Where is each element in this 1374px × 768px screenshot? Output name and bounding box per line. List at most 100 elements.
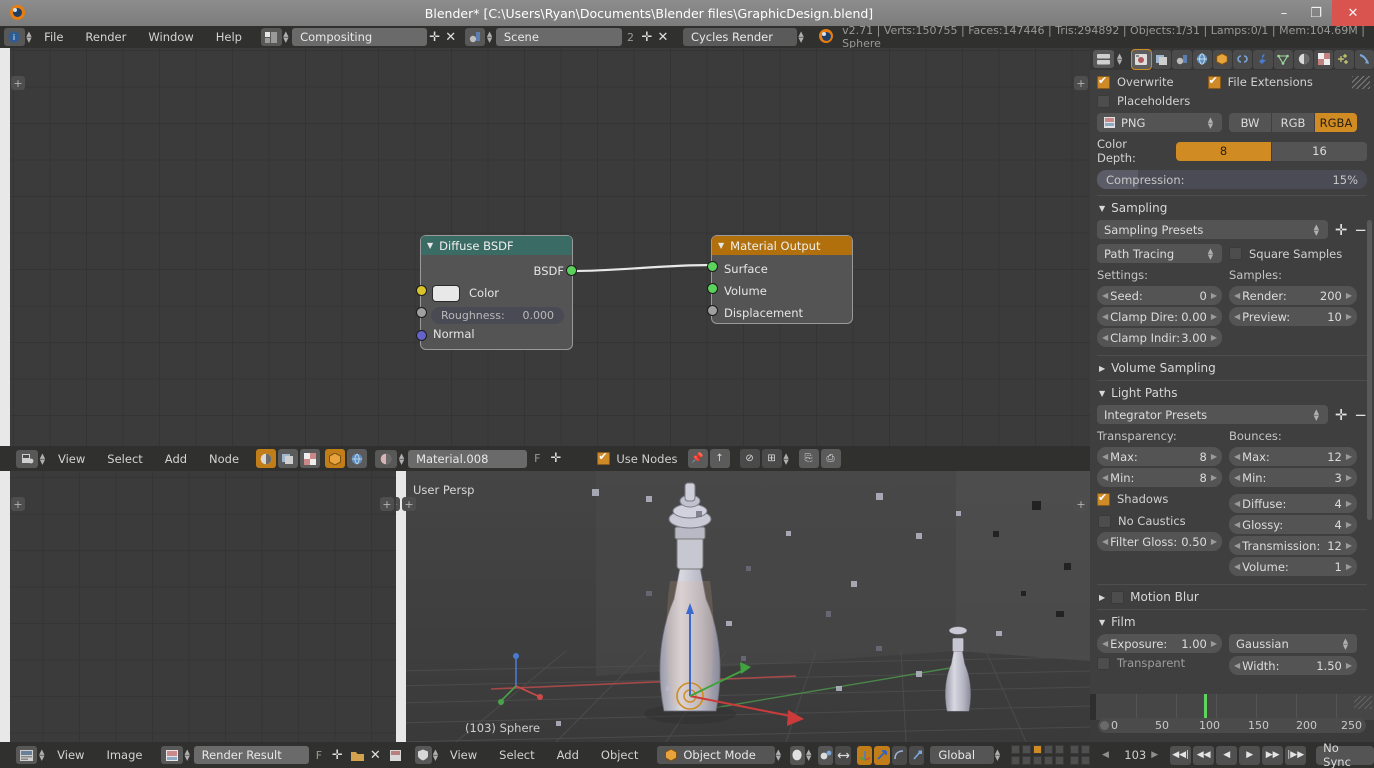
- layer-button[interactable]: [1043, 756, 1053, 765]
- next-keyframe-button[interactable]: ▶▶: [1262, 745, 1284, 765]
- increment-arrow-icon[interactable]: ▶: [1346, 312, 1352, 321]
- snap-during-transform-icon[interactable]: [835, 745, 851, 765]
- menu-file[interactable]: File: [33, 26, 74, 48]
- node-editor-type-spinner[interactable]: ▲ ▼: [38, 450, 47, 468]
- viewport-shading-solid-icon[interactable]: [789, 745, 806, 765]
- transmission-bounces-field[interactable]: ◀ Transmission: 12 ▶: [1229, 536, 1357, 555]
- socket-volume-input[interactable]: [708, 284, 717, 293]
- viewport-toolshelf-expand-icon[interactable]: +: [396, 497, 400, 511]
- properties-tab-particles[interactable]: [1334, 49, 1354, 69]
- add-integrator-preset-button[interactable]: ✛: [1335, 406, 1348, 424]
- editor-type-properties-icon[interactable]: [1093, 50, 1115, 68]
- node-header-material-output[interactable]: ▼ Material Output: [712, 236, 852, 255]
- shader-type-object-icon[interactable]: [325, 449, 346, 468]
- timeline-ruler[interactable]: 0 50 100 150 200 250: [1098, 718, 1366, 733]
- viewport-editor-type-spinner[interactable]: ▲ ▼: [432, 746, 439, 764]
- material-datablock-icon[interactable]: [375, 449, 398, 468]
- editor-type-spinner[interactable]: ▲ ▼: [25, 28, 33, 46]
- clamp-direct-field[interactable]: ◀ Clamp Dire: 0.00 ▶: [1097, 307, 1222, 326]
- layer-button[interactable]: [1069, 756, 1079, 765]
- properties-tab-object[interactable]: [1212, 49, 1233, 69]
- use-nodes-toggle[interactable]: Use Nodes: [597, 450, 678, 466]
- image-datablock-icon[interactable]: [161, 746, 183, 764]
- properties-tab-render-layers[interactable]: [1151, 49, 1172, 69]
- filter-type-spinner[interactable]: ▲ ▼: [1341, 635, 1350, 653]
- properties-scrollbar[interactable]: [1367, 220, 1372, 520]
- image-menu-image[interactable]: Image: [95, 744, 153, 766]
- increment-arrow-icon[interactable]: ▶: [1211, 291, 1217, 300]
- image-render-slot-icon[interactable]: [386, 746, 405, 765]
- toolshelf-expand-icon[interactable]: +: [11, 76, 25, 90]
- texture-nodes-tab-icon[interactable]: [300, 449, 321, 468]
- snap-toggle-icon[interactable]: ⊘: [739, 449, 760, 468]
- viewport-menu-add[interactable]: Add: [546, 744, 590, 766]
- motion-blur-checkbox[interactable]: [1111, 590, 1125, 604]
- increment-arrow-icon[interactable]: ▶: [1346, 291, 1352, 300]
- layer-button[interactable]: [1054, 756, 1064, 765]
- node-material-output[interactable]: ▼ Material Output Surface Volume Displac…: [708, 236, 852, 323]
- go-to-parent-icon[interactable]: ↑: [709, 449, 730, 468]
- compression-slider[interactable]: Compression: 15%: [1097, 170, 1367, 189]
- render-engine-spinner[interactable]: ▲ ▼: [797, 28, 805, 46]
- color-mode-bw[interactable]: BW: [1229, 113, 1272, 132]
- panel-header-light-paths[interactable]: ▼ Light Paths: [1097, 76, 1370, 405]
- snap-spinner[interactable]: ▲ ▼: [782, 450, 791, 468]
- maximize-button[interactable]: ❐: [1300, 0, 1332, 26]
- color-mode-rgb[interactable]: RGB: [1272, 113, 1315, 132]
- seed-field[interactable]: ◀ Seed: 0 ▶: [1097, 286, 1222, 305]
- socket-displacement-input[interactable]: [708, 306, 717, 315]
- shadows-checkbox[interactable]: [1097, 491, 1110, 506]
- increment-arrow-icon[interactable]: ▶: [1211, 452, 1217, 461]
- increment-arrow-icon[interactable]: ▶: [1211, 473, 1217, 482]
- increment-arrow-icon[interactable]: ▶: [1346, 520, 1352, 529]
- image-editor-type-spinner[interactable]: ▲ ▼: [37, 746, 46, 764]
- properties-tab-physics[interactable]: [1354, 49, 1374, 69]
- panel-header-film[interactable]: ▼ Film: [1097, 76, 1370, 634]
- image-editor[interactable]: + +: [0, 471, 396, 742]
- image-properties-expand-icon[interactable]: +: [380, 497, 394, 511]
- increment-arrow-icon[interactable]: ▶: [1346, 661, 1352, 670]
- shader-type-world-icon[interactable]: [347, 449, 368, 468]
- node-menu-node[interactable]: Node: [198, 448, 250, 470]
- properties-expand-icon[interactable]: +: [1074, 76, 1088, 90]
- integrator-dropdown[interactable]: Path Tracing ▲ ▼: [1097, 244, 1222, 263]
- panel-header-sampling[interactable]: ▼ Sampling: [1097, 76, 1370, 220]
- add-scene-button[interactable]: ✛: [639, 28, 655, 46]
- jump-to-end-button[interactable]: |▶▶: [1285, 745, 1307, 765]
- integrator-spinner[interactable]: ▲ ▼: [1206, 245, 1215, 263]
- collapse-triangle-icon[interactable]: ▶: [1099, 593, 1105, 602]
- socket-surface-input[interactable]: [708, 262, 717, 271]
- frame-increment-icon[interactable]: ▶: [1151, 750, 1158, 760]
- preview-samples-field[interactable]: ◀ Preview: 10 ▶: [1229, 307, 1357, 326]
- close-button[interactable]: ✕: [1332, 0, 1374, 26]
- screen-layout-icon[interactable]: [260, 28, 282, 46]
- editor-type-node-icon[interactable]: [16, 449, 38, 468]
- layer-button[interactable]: [1054, 745, 1064, 754]
- properties-tab-material[interactable]: [1293, 49, 1314, 69]
- layer-button[interactable]: [1021, 745, 1031, 754]
- close-image-button[interactable]: ✕: [367, 746, 384, 764]
- add-sampling-preset-button[interactable]: ✛: [1335, 221, 1348, 239]
- previous-keyframe-button[interactable]: ◀◀: [1193, 745, 1215, 765]
- volume-bounces-field[interactable]: ◀ Volume: 1 ▶: [1229, 557, 1357, 576]
- scene-icon[interactable]: [464, 28, 486, 46]
- screen-layout-spinner[interactable]: ▲ ▼: [282, 28, 290, 46]
- play-reverse-button[interactable]: ◀: [1216, 745, 1238, 765]
- node-row-color[interactable]: Color: [421, 282, 572, 304]
- image-name-field[interactable]: Render Result: [193, 746, 309, 764]
- remove-integrator-preset-button[interactable]: −: [1354, 406, 1367, 424]
- exposure-field[interactable]: ◀ Exposure: 1.00 ▶: [1097, 634, 1222, 653]
- viewport-panel-expand-icon[interactable]: +: [402, 497, 416, 511]
- integrator-presets-spinner[interactable]: ▲ ▼: [1312, 406, 1321, 424]
- color-swatch[interactable]: [433, 285, 459, 301]
- jump-to-start-button[interactable]: ◀◀|: [1170, 745, 1192, 765]
- overwrite-checkbox[interactable]: [1097, 74, 1110, 89]
- node-editor[interactable]: + + ▼ Diffuse BSDF BSDF Color Roughness:: [0, 48, 1090, 446]
- layer-buttons-group-2[interactable]: [1069, 745, 1090, 765]
- layer-button[interactable]: [1021, 756, 1031, 765]
- shader-nodes-tab-icon[interactable]: [256, 449, 277, 468]
- properties-tab-data[interactable]: [1273, 49, 1293, 69]
- editor-type-info-icon[interactable]: i: [4, 28, 25, 46]
- add-screen-layout-button[interactable]: ✛: [427, 28, 443, 46]
- filter-glossy-field[interactable]: ◀ Filter Gloss: 0.50 ▶: [1097, 532, 1222, 551]
